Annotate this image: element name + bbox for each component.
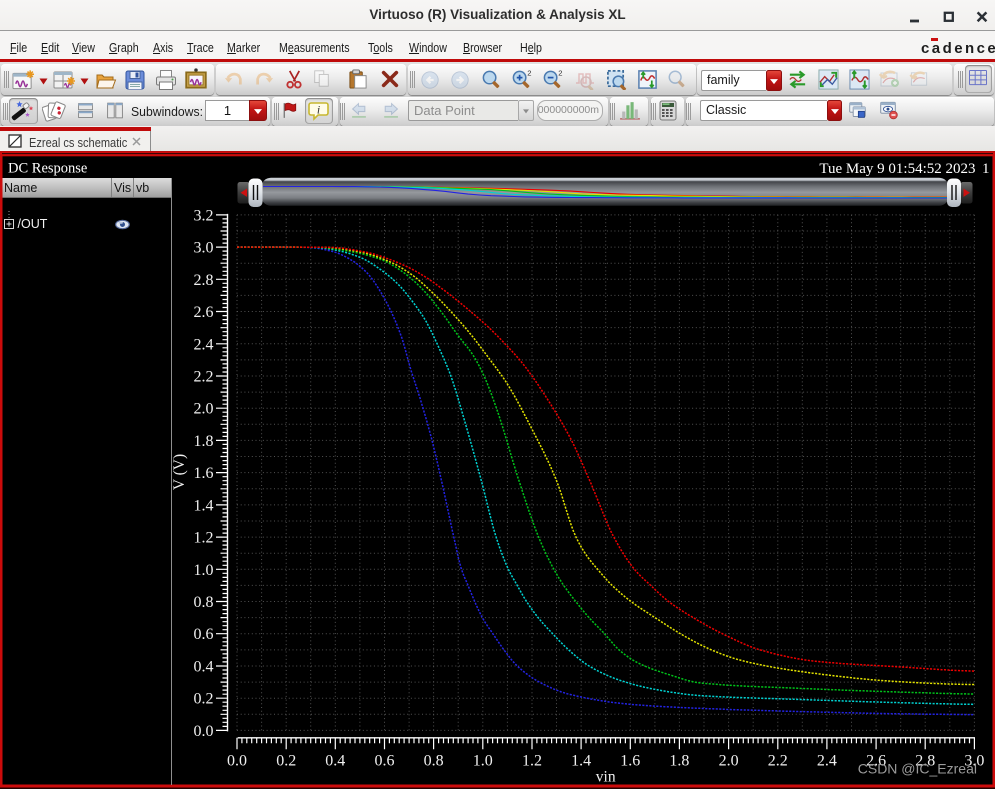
svg-text:DC Response: DC Response	[8, 161, 87, 177]
svg-text:1.2: 1.2	[522, 753, 542, 770]
svg-text:0.4: 0.4	[325, 753, 345, 770]
svg-text:2.2: 2.2	[194, 369, 214, 386]
svg-text:3.0: 3.0	[194, 240, 214, 257]
svg-text:2.4: 2.4	[817, 753, 837, 770]
svg-text:1: 1	[982, 161, 990, 177]
svg-text:3.2: 3.2	[194, 207, 214, 224]
svg-text:vin: vin	[596, 769, 616, 786]
svg-text:2: 2	[527, 69, 531, 78]
svg-text:2.2: 2.2	[768, 753, 788, 770]
svg-text:1.0: 1.0	[194, 562, 214, 579]
svg-text:1.6: 1.6	[194, 465, 214, 482]
svg-text:2.0: 2.0	[719, 753, 739, 770]
svg-text:0.4: 0.4	[194, 659, 214, 676]
svg-text:/OUT: /OUT	[18, 217, 48, 231]
svg-text:Name: Name	[4, 181, 37, 195]
svg-text:2.0: 2.0	[194, 401, 214, 418]
svg-text:0.2: 0.2	[276, 753, 296, 770]
svg-text:2.4: 2.4	[194, 336, 214, 353]
svg-text:V (V): V (V)	[171, 454, 188, 490]
svg-text:0.8: 0.8	[424, 753, 444, 770]
svg-text:vb: vb	[136, 181, 149, 195]
svg-text:2: 2	[558, 69, 562, 78]
svg-text:1.0: 1.0	[473, 753, 493, 770]
svg-text:1.4: 1.4	[194, 497, 214, 514]
svg-text:1.8: 1.8	[669, 753, 689, 770]
svg-text:0.6: 0.6	[194, 626, 214, 643]
svg-text:Tue May 9 01:54:52 2023: Tue May 9 01:54:52 2023	[819, 161, 975, 177]
svg-text:0.0: 0.0	[194, 723, 214, 740]
svg-text:0.6: 0.6	[375, 753, 395, 770]
svg-text:1.2: 1.2	[194, 530, 214, 547]
svg-text:1.4: 1.4	[571, 753, 591, 770]
svg-text:1.6: 1.6	[620, 753, 640, 770]
svg-text:CSDN @IC_Ezreal: CSDN @IC_Ezreal	[858, 761, 977, 777]
svg-text:i: i	[317, 103, 320, 117]
svg-text:Vis: Vis	[114, 181, 131, 195]
svg-text:0.2: 0.2	[194, 691, 214, 708]
svg-text:1.8: 1.8	[194, 433, 214, 450]
svg-text:2.6: 2.6	[194, 304, 214, 321]
svg-text:0.8: 0.8	[194, 594, 214, 611]
svg-text:0.0: 0.0	[227, 753, 247, 770]
svg-text:2.8: 2.8	[194, 272, 214, 289]
